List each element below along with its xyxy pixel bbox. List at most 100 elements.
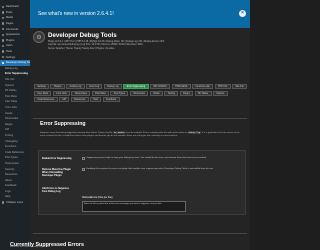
add-errors-label: Add Errors to Suppress from Debug Log [42,187,69,194]
description-text-2: must be enabled. Errors containing the t… [125,132,188,134]
description-code-1: WP_DEBUG [113,131,126,134]
sidebar-item-label: Options [5,83,14,87]
enable-suppressing-label: Enable Error Suppressing [42,157,72,160]
tab-code-reference[interactable]: Code Reference [34,97,58,103]
error-suppressing-description: Suppress errors from being logged by ent… [40,131,240,138]
sidebar-item-label: Site Info [5,78,15,82]
sidebar-item-label: Functions [5,145,17,149]
menu-icon [2,27,5,31]
tab-api[interactable]: API [58,97,70,103]
tab-htaccess[interactable]: HTACCESS [171,84,191,90]
tab-db-tables[interactable]: Db Tables [194,90,212,96]
tab-activity-log[interactable]: Activity Log [66,84,85,90]
tab-debug-log[interactable]: Debug Log [103,84,122,90]
main-content: ⚙ Developer Debug Tools Plugin v2.6.4.1 … [30,28,250,250]
tab-php-info[interactable]: PHP Info [214,84,231,90]
textarea-label: Notices/Errors (One per line) [82,196,113,199]
tab-options[interactable]: Options [212,90,228,96]
tab-feedback[interactable]: Feedback [102,97,120,103]
menu-icon [2,16,5,20]
tab-cron-jobs[interactable]: Cron Jobs [52,90,71,96]
sidebar-item-label: Error Suppressing [5,72,28,76]
sidebar-item-label: Changelog [5,139,18,143]
sidebar-item-label: Post Types [5,156,18,160]
page-title: Developer Debug Tools [48,32,117,39]
tab-taxonomies[interactable]: Taxonomies [71,90,91,96]
sidebar-item-label: Tools [5,50,12,54]
remove-mu-plugin-checkbox[interactable] [82,168,85,172]
menu-icon [2,33,5,36]
plugin-meta-line-1: Plugin v2.6.4.1 | WP 6.5.2 | PHP 8.2.18 … [48,41,165,43]
tab-user-meta[interactable]: User Meta [34,90,52,96]
sidebar-item-label: Comments [5,27,19,31]
close-icon[interactable]: × [239,10,246,17]
remove-mu-plugin-row: Enabling this removes the must-use plugi… [82,168,244,172]
tab-error-log[interactable]: Error Log [86,84,103,90]
sidebar-item-label: Code Reference [5,150,24,154]
sidebar-item-label: Post Meta [5,94,17,98]
plugin-meta-line-3: Server: Apache | Theme: Twenty Twenty-Fo… [48,47,115,50]
sidebar-item-label: Testing [5,133,14,137]
sidebar-item-label: Db Tables [5,89,17,93]
tab-functions-php[interactable]: Functions.php [192,84,214,90]
enable-suppressing-checkbox[interactable] [82,157,85,161]
sidebar-item-label: Shortcodes [5,117,19,121]
sidebar-item-label: Logs [5,189,11,193]
plugin-header: ⚙ Developer Debug Tools Plugin v2.6.4.1 … [33,31,249,59]
sidebar-item-label: Posts [5,10,13,14]
remove-mu-plugin-text: Enabling this removes the must-use plugi… [86,168,214,170]
sidebar-item-label: Help [5,195,11,199]
error-suppressing-options: Enable Error Suppressing Suppressing err… [38,150,246,215]
description-text-1: Suppress errors from being logged by ent… [40,132,113,134]
tab-help[interactable]: Help [89,97,102,103]
tab-post-types[interactable]: Post Types [110,90,129,96]
sidebar-item-label: Collapse menu [5,201,24,205]
tab-site-info[interactable]: Site Info [232,84,248,90]
menu-icon [2,39,5,42]
tab-settings[interactable]: Settings [34,84,50,90]
enable-suppressing-row: Suppressing errors helps to keep your de… [82,157,244,161]
sidebar-item-label: User Meta [5,100,17,104]
sidebar-item-label: Feedback [5,184,17,188]
whats-new-banner-text[interactable]: See what's new in version 2.6.4.1! [38,11,114,17]
menu-icon [2,61,5,64]
menu-icon [2,22,5,25]
sidebar-item[interactable]: Collapse menu [0,200,30,206]
sidebar-item-label: Settings [5,55,16,59]
tab-testing[interactable]: Testing [164,90,179,96]
menu-icon [2,5,5,8]
sidebar-item-label: Dashboard [5,5,19,9]
tab-post-meta[interactable]: Post Meta [91,90,109,96]
menu-icon [2,44,5,48]
sidebar-item-label: Appearance [5,33,20,37]
tab-regex[interactable]: Regex [179,90,194,96]
tab-hooks[interactable]: Hooks [149,90,163,96]
sidebar-item-label: Taxonomies [5,161,19,165]
menu-icon [2,11,5,14]
tab-wp-config[interactable]: WP-CONFIG [149,84,171,90]
sidebar-item-label: API [5,128,10,132]
sidebar-item-label: Pages [5,22,14,26]
menu-icon [2,201,5,204]
error-suppressing-heading: Error Suppressing [40,121,86,127]
suppress-errors-textarea[interactable]: Enter the full or partial text of the er… [82,201,186,212]
tab-shortcodes[interactable]: Shortcodes [129,90,149,96]
sidebar-item-label: Plugins [5,38,15,42]
description-code-2: debug.log [187,131,201,134]
plugin-logo-icon: ⚙ [33,31,45,43]
admin-sidebar: Dashboard Posts Media Pages Comments Appearan… [0,0,30,250]
divider [33,118,247,119]
tab-error-suppressing[interactable]: Error Suppressing [123,84,149,90]
menu-icon [2,55,5,59]
sidebar-item-label: Hooks [5,111,13,115]
tab-plugins[interactable]: Plugins [50,84,65,90]
sidebar-item-label: Media [5,16,13,20]
sidebar-item-label: Regex [5,122,13,126]
tab-resources[interactable]: Resources [70,97,89,103]
sidebar-item-label: Developer Debug Tools [5,61,30,65]
plugin-meta-line-2: Log File: wp-content/debug.log | Log Siz… [48,44,143,47]
remove-mu-plugin-label: Remove Must-Use Plugin When Uninstalling… [42,168,71,178]
sidebar-item-label: About [5,178,12,182]
divider [33,233,247,234]
whats-new-banner: See what's new in version 2.6.4.1! × [30,0,250,28]
